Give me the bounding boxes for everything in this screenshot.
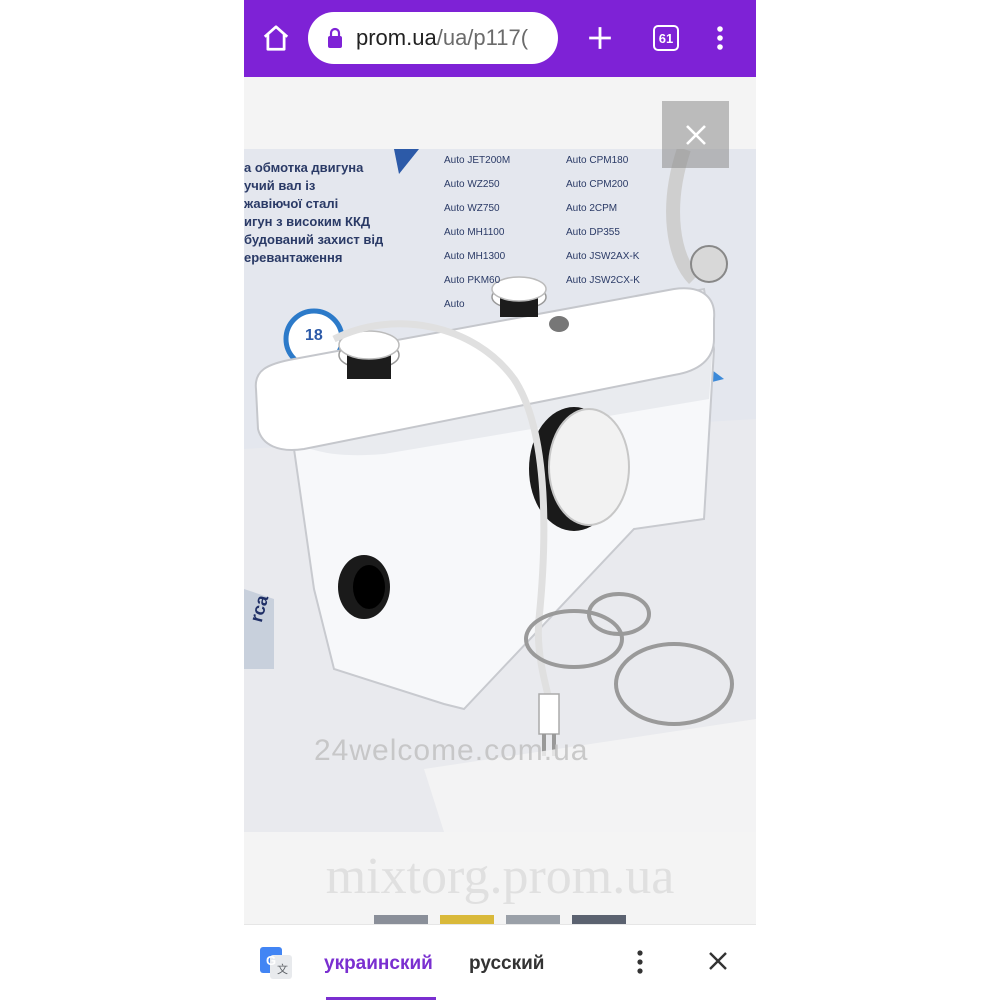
google-translate-icon: G 文 bbox=[260, 947, 292, 979]
page-content: а обмотка двигуна учий вал із жавіючої с… bbox=[244, 77, 756, 925]
box-model-item: Auto JSW2CX-K bbox=[566, 275, 640, 286]
url-bar[interactable]: prom.ua/ua/p117( bbox=[308, 12, 558, 64]
more-vertical-icon bbox=[637, 950, 643, 974]
browser-menu-button[interactable] bbox=[700, 14, 740, 62]
box-model-item: Auto DP355 bbox=[566, 227, 620, 238]
watermark-outer: mixtorg.prom.ua bbox=[325, 848, 675, 905]
watermark-inner: 24welcome.com.ua bbox=[314, 734, 589, 767]
box-model-item: Auto bbox=[444, 299, 465, 310]
box-model-item: Auto JET200M bbox=[444, 155, 511, 166]
box-model-item: Auto MH1100 bbox=[444, 227, 505, 238]
tab-count-badge: 61 bbox=[653, 25, 679, 51]
box-feature-line: будований захист від bbox=[244, 232, 384, 247]
translate-bar: G 文 украинский русский bbox=[244, 924, 756, 1000]
svg-text:G: G bbox=[266, 953, 276, 968]
lock-icon bbox=[328, 27, 342, 48]
more-vertical-icon bbox=[717, 26, 723, 50]
box-model-item: Auto CPM200 bbox=[566, 179, 629, 190]
box-feature-text: а обмотка двигуна учий вал із жавіючої с… bbox=[244, 159, 383, 267]
home-icon bbox=[263, 25, 289, 51]
box-model-item: Auto CPM180 bbox=[566, 155, 629, 166]
box-model-item: Auto MH1300 bbox=[444, 251, 506, 262]
svg-text:文: 文 bbox=[277, 962, 288, 976]
box-feature-line: учий вал із bbox=[244, 178, 316, 193]
close-icon bbox=[685, 124, 706, 145]
box-model-item: Auto WZ250 bbox=[444, 179, 500, 190]
home-button[interactable] bbox=[256, 14, 296, 62]
language-tab-ukrainian[interactable]: украинский bbox=[324, 953, 433, 975]
box-model-list-right: Auto CPM180 Auto CPM200 Auto 2CPM Auto D… bbox=[566, 149, 640, 293]
close-icon bbox=[709, 952, 727, 970]
translate-options-button[interactable] bbox=[636, 949, 644, 980]
box-feature-line: игун з високим ККД bbox=[244, 214, 371, 229]
translate-close-button[interactable] bbox=[706, 949, 730, 978]
box-model-item: Auto JSW2AX-K bbox=[566, 251, 640, 262]
box-model-list-left: Auto JET200M Auto WZ250 Auto WZ750 Auto … bbox=[444, 149, 510, 317]
box-badge-number: 18 bbox=[305, 327, 323, 344]
url-text: prom.ua/ua/p117( bbox=[356, 25, 528, 51]
box-model-item: Auto WZ750 bbox=[444, 203, 500, 214]
box-feature-line: а обмотка двигуна bbox=[244, 160, 364, 175]
close-gallery-button[interactable] bbox=[662, 101, 729, 168]
product-photo[interactable]: а обмотка двигуна учий вал із жавіючої с… bbox=[244, 149, 756, 832]
phone-screen: prom.ua/ua/p117( 61 а обмотка двигуна уч… bbox=[244, 0, 756, 1000]
new-tab-button[interactable] bbox=[580, 14, 620, 62]
plus-icon bbox=[589, 27, 611, 49]
box-feature-line: жавіючої сталі bbox=[244, 196, 339, 211]
language-tab-russian[interactable]: русский bbox=[469, 953, 544, 975]
box-model-item: Auto 2CPM bbox=[566, 203, 618, 214]
tab-switcher-button[interactable]: 61 bbox=[646, 14, 686, 62]
url-host: prom.ua bbox=[356, 25, 437, 50]
box-feature-line: еревантаження bbox=[244, 250, 343, 265]
browser-toolbar: prom.ua/ua/p117( 61 bbox=[244, 0, 756, 77]
url-path: /ua/p117( bbox=[436, 25, 529, 50]
box-model-item: Auto PKM60 bbox=[444, 275, 501, 286]
